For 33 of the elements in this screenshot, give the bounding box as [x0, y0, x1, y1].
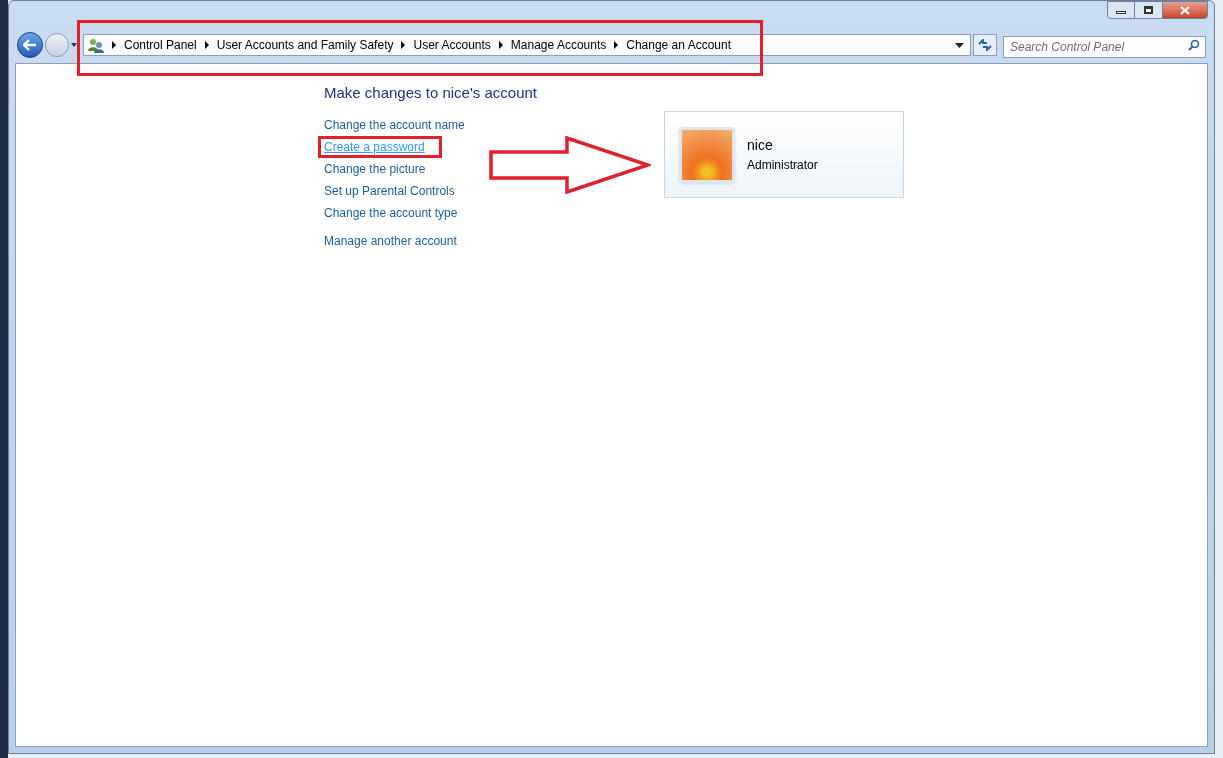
back-button[interactable]	[17, 32, 43, 58]
minimize-button[interactable]	[1107, 1, 1135, 19]
breadcrumb-item[interactable]: Change an Account	[626, 36, 731, 54]
close-button[interactable]	[1162, 1, 1208, 19]
chevron-icon	[112, 41, 116, 49]
page-heading: Make changes to nice's account	[324, 84, 537, 102]
dropdown-caret-icon[interactable]	[955, 42, 964, 48]
task-link[interactable]: Change the account type	[324, 204, 458, 222]
chevron-icon	[204, 41, 209, 49]
search-icon	[1188, 39, 1200, 51]
users-icon	[88, 37, 104, 53]
close-icon	[1180, 5, 1190, 15]
chevron-icon	[614, 41, 619, 49]
maximize-button[interactable]	[1135, 1, 1162, 19]
task-link[interactable]: Set up Parental Controls	[324, 182, 455, 200]
breadcrumb-item[interactable]: User Accounts	[413, 36, 491, 54]
breadcrumb-item[interactable]: Control Panel	[124, 36, 197, 54]
back-arrow-icon	[23, 39, 37, 51]
account-picture	[679, 126, 735, 183]
chevron-icon	[401, 41, 406, 49]
search-field[interactable]: Search Control Panel	[1003, 36, 1206, 58]
task-link[interactable]: Change the picture	[324, 160, 426, 178]
address-bar[interactable]: Control Panel User Accounts and Family Safety User Accounts Manage Accounts Change an Account	[83, 34, 971, 56]
account-type: Administrator	[747, 157, 818, 174]
refresh-button[interactable]	[973, 34, 997, 56]
account-name: nice	[747, 136, 774, 155]
breadcrumb-item[interactable]: Manage Accounts	[510, 36, 607, 54]
task-link[interactable]: Change the account name	[324, 116, 465, 134]
caret-icon	[71, 43, 77, 47]
task-link[interactable]: Manage another account	[324, 232, 489, 250]
breadcrumb-item[interactable]: User Accounts and Family Safety	[216, 36, 394, 54]
refresh-icon	[978, 39, 992, 51]
chevron-icon	[498, 41, 503, 49]
